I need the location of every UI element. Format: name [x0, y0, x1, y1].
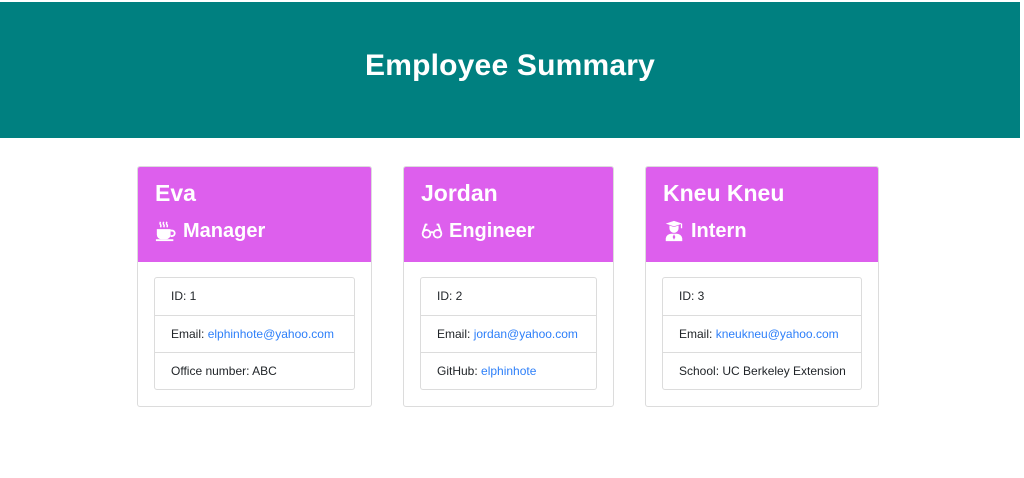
github-prefix: GitHub: [437, 364, 482, 378]
email-link[interactable]: jordan@yahoo.com [474, 327, 578, 341]
employee-name: Kneu Kneu [663, 180, 785, 206]
employee-role: Intern [663, 219, 862, 243]
coffee-icon [155, 221, 176, 242]
id-item: ID: 3 [679, 289, 705, 303]
office-number-item: Office number: ABC [155, 352, 354, 389]
card-body: ID: 1 Email: elphinhote@yahoo.com Office… [138, 262, 371, 390]
employee-card-intern: Kneu Kneu Intern ID: 3 Email: kneukneu@y… [645, 166, 879, 407]
employee-card-engineer: Jordan Engineer ID: 2 Email: jordan@yaho… [403, 166, 614, 407]
card-body: ID: 2 Email: jordan@yahoo.com GitHub: el… [404, 262, 613, 390]
page-header: Employee Summary [0, 2, 1020, 138]
employee-role: Engineer [421, 219, 597, 243]
employee-card-manager: Eva Manager ID: 1 Email: elphinhote@yaho… [137, 166, 372, 407]
email-item: Email: jordan@yahoo.com [421, 315, 596, 352]
details-list: ID: 1 Email: elphinhote@yahoo.com Office… [154, 277, 355, 390]
id-item: ID: 2 [437, 289, 463, 303]
card-header: Eva Manager [138, 167, 371, 262]
role-label: Engineer [449, 220, 535, 242]
employee-name: Jordan [421, 180, 498, 206]
github-link[interactable]: elphinhote [481, 364, 536, 378]
email-prefix: Email: [437, 327, 474, 341]
card-header: Jordan Engineer [404, 167, 613, 262]
email-prefix: Email: [171, 327, 208, 341]
email-item: Email: kneukneu@yahoo.com [663, 315, 861, 352]
card-body: ID: 3 Email: kneukneu@yahoo.com School: … [646, 262, 878, 390]
details-list: ID: 3 Email: kneukneu@yahoo.com School: … [662, 277, 862, 390]
details-list: ID: 2 Email: jordan@yahoo.com GitHub: el… [420, 277, 597, 390]
office-number-prefix: Office number: [171, 364, 253, 378]
email-link[interactable]: elphinhote@yahoo.com [208, 327, 334, 341]
office-number-value: ABC [252, 364, 277, 378]
role-label: Intern [691, 220, 747, 242]
id-item: ID: 1 [171, 289, 197, 303]
employee-name: Eva [155, 180, 196, 206]
role-label: Manager [183, 220, 266, 242]
page-title: Employee Summary [365, 49, 655, 82]
graduate-icon [665, 220, 683, 242]
card-header: Kneu Kneu Intern [646, 167, 878, 262]
school-prefix: School: [679, 364, 723, 378]
email-link[interactable]: kneukneu@yahoo.com [716, 327, 839, 341]
email-item: Email: elphinhote@yahoo.com [155, 315, 354, 352]
employee-role: Manager [155, 219, 355, 243]
email-prefix: Email: [679, 327, 716, 341]
github-item: GitHub: elphinhote [421, 352, 596, 389]
school-item: School: UC Berkeley Extension [663, 352, 861, 389]
school-value: UC Berkeley Extension [722, 364, 846, 378]
glasses-icon [421, 223, 443, 239]
